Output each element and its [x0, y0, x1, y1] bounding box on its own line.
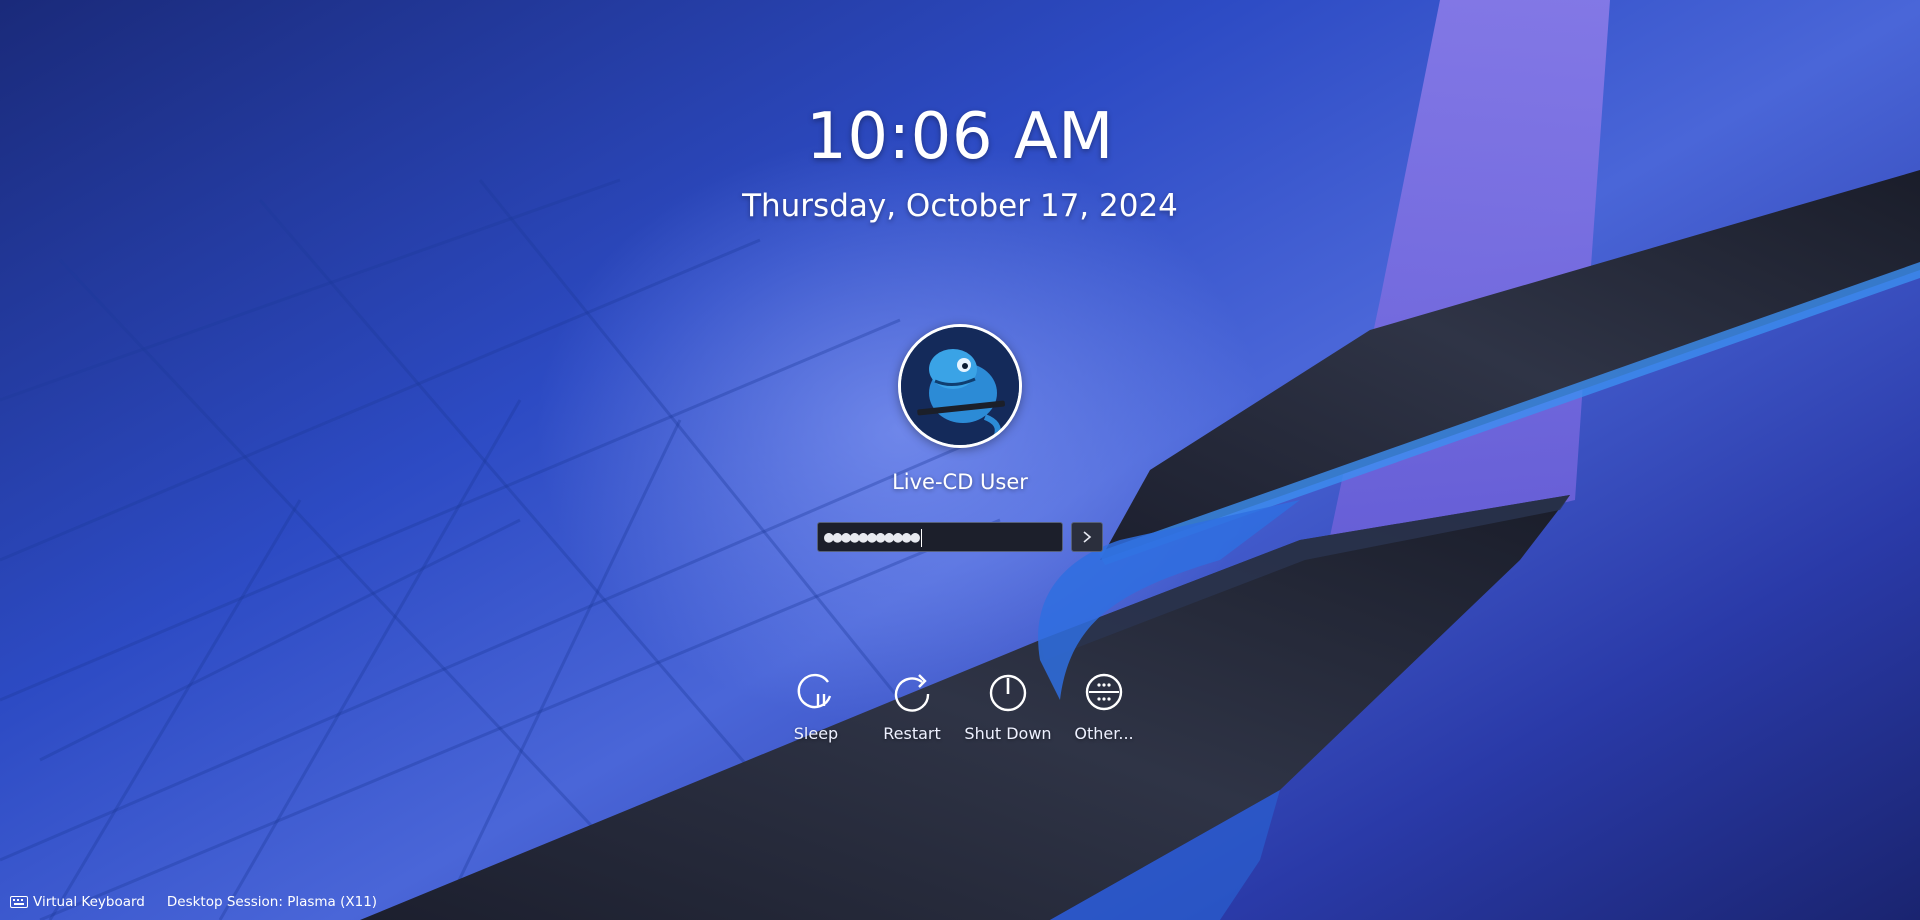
- restart-icon: [894, 674, 930, 712]
- sleep-button[interactable]: Sleep: [768, 672, 864, 743]
- bottom-bar: Virtual Keyboard Desktop Session: Plasma…: [10, 892, 399, 912]
- chameleon-mascot-icon: [901, 327, 1019, 445]
- other-label: Other...: [1074, 724, 1134, 743]
- lock-clock-time: 10:06 AM: [806, 100, 1114, 174]
- power-icon: [989, 674, 1027, 712]
- user-avatar[interactable]: [898, 324, 1022, 448]
- desktop-session-selector[interactable]: Desktop Session: Plasma (X11): [167, 894, 377, 910]
- text-cursor: [920, 528, 922, 547]
- user-name: Live-CD User: [892, 470, 1028, 494]
- virtual-keyboard-label: Virtual Keyboard: [33, 894, 145, 910]
- keyboard-icon: [10, 896, 28, 908]
- restart-label: Restart: [883, 724, 941, 743]
- virtual-keyboard-button[interactable]: Virtual Keyboard: [10, 894, 145, 910]
- chevron-right-icon: [1083, 531, 1092, 543]
- login-submit-button[interactable]: [1071, 522, 1103, 552]
- lock-clock-date: Thursday, October 17, 2024: [742, 188, 1178, 224]
- sleep-label: Sleep: [793, 724, 839, 743]
- other-button[interactable]: Other...: [1056, 672, 1152, 743]
- shutdown-label: Shut Down: [964, 724, 1052, 743]
- power-actions: Sleep Restart Shut Down Other...: [0, 672, 1920, 752]
- sleep-icon: [797, 673, 832, 709]
- password-dots: ●●●●●●●●●●●: [824, 527, 920, 546]
- password-field[interactable]: ●●●●●●●●●●●: [817, 522, 1063, 552]
- shutdown-button[interactable]: Shut Down: [960, 672, 1056, 743]
- desktop-session-label: Desktop Session: Plasma (X11): [166, 894, 378, 910]
- other-icon: [1085, 673, 1123, 711]
- restart-button[interactable]: Restart: [864, 672, 960, 743]
